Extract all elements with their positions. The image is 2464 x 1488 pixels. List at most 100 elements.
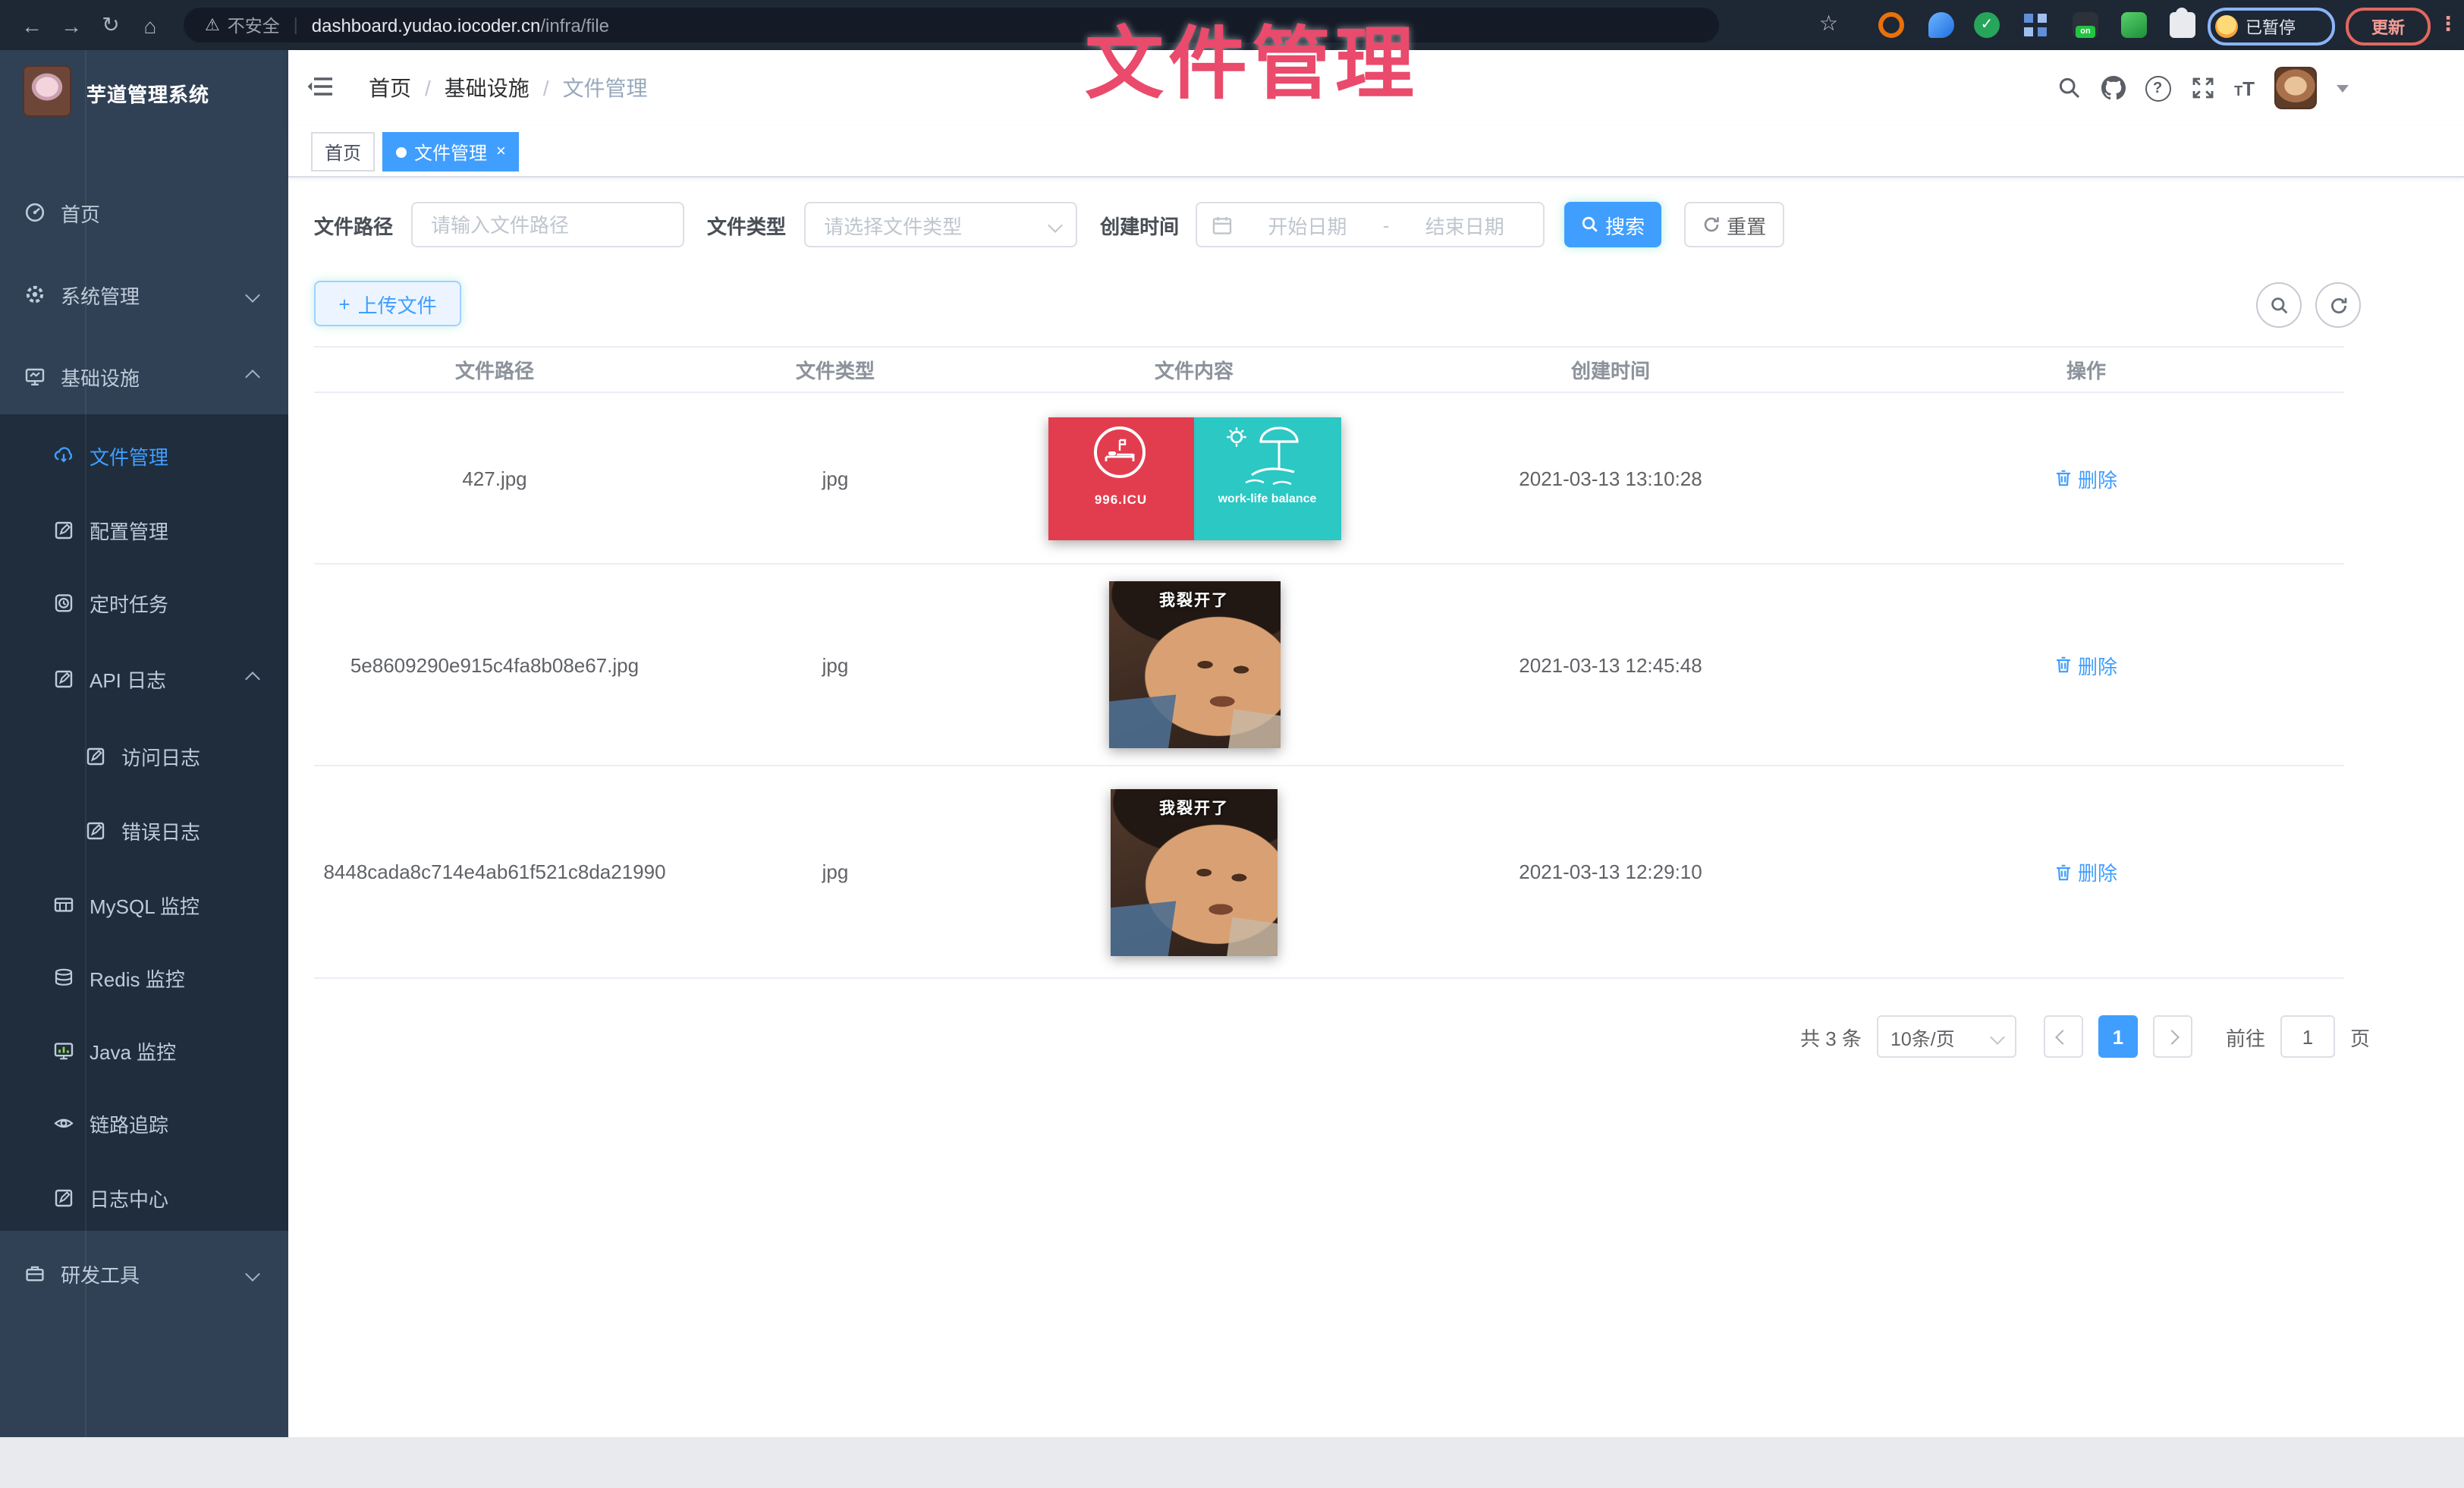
cloud-download-icon <box>53 445 74 466</box>
reset-button[interactable]: 重置 <box>1684 202 1784 247</box>
document-log-icon <box>85 820 106 841</box>
file-type-select[interactable]: 请选择文件类型 <box>804 202 1077 247</box>
baby-meme-caption: 我裂开了 <box>1111 796 1278 819</box>
delete-button[interactable]: 删除 <box>2055 857 2117 886</box>
sidebar-item-redis-monitor[interactable]: Redis 监控 <box>0 944 288 1011</box>
sidebar-item-infrastructure[interactable]: 基础设施 <box>0 343 288 410</box>
sidebar-item-log-center[interactable]: 日志中心 <box>0 1164 288 1231</box>
trash-icon <box>2055 863 2073 881</box>
next-page-button[interactable] <box>2153 1015 2192 1058</box>
sidebar-item-java-monitor[interactable]: Java 监控 <box>0 1017 288 1084</box>
help-icon[interactable]: ? <box>2145 75 2170 101</box>
toggle-search-button[interactable] <box>2256 282 2302 328</box>
current-page-button[interactable]: 1 <box>2098 1015 2138 1058</box>
monitor-icon <box>24 366 46 387</box>
user-menu-caret-icon[interactable] <box>2337 84 2349 92</box>
extension-green-check-icon[interactable]: ✓ <box>1974 12 2000 38</box>
breadcrumb-current: 文件管理 <box>563 73 648 103</box>
trash-icon <box>2055 656 2073 674</box>
tag-home[interactable]: 首页 <box>311 132 375 171</box>
goto-page-input[interactable] <box>2280 1015 2335 1058</box>
monitor-chart-icon <box>53 1040 74 1061</box>
file-path-input[interactable] <box>411 202 684 247</box>
file-path-label: 文件路径 <box>314 210 393 239</box>
sidebar-item-dev-tools[interactable]: 研发工具 <box>0 1240 288 1307</box>
browser-update-button[interactable]: 更新 <box>2346 8 2431 46</box>
briefcase-icon <box>24 1263 46 1284</box>
cell-file-type: jpg <box>675 653 995 676</box>
app-title: 芋道管理系统 <box>86 79 209 108</box>
search-button[interactable]: 搜索 <box>1564 202 1661 247</box>
pagination: 共 3 条 10条/页 1 前往 页 <box>1800 1015 2370 1058</box>
extension-green-icon[interactable] <box>2121 12 2147 38</box>
sidebar-item-scheduled-tasks[interactable]: 定时任务 <box>0 569 288 636</box>
profile-paused-pill[interactable]: 已暂停 <box>2208 8 2335 46</box>
edit-square-icon <box>53 1187 74 1208</box>
security-label[interactable]: 不安全 <box>228 13 280 37</box>
font-size-icon[interactable]: TT <box>2234 78 2255 98</box>
file-image-baby-meme[interactable]: 我裂开了 <box>1108 581 1280 748</box>
refresh-button[interactable] <box>2315 282 2361 328</box>
file-image-996icu[interactable]: 996.ICU work-life balance <box>1048 417 1340 540</box>
beach-umbrella-icon <box>1221 423 1312 491</box>
breadcrumb-home[interactable]: 首页 <box>369 73 411 103</box>
extension-orange-icon[interactable] <box>1878 12 1904 38</box>
cell-file-path: 427.jpg <box>314 467 675 489</box>
file-image-baby-meme[interactable]: 我裂开了 <box>1111 788 1278 955</box>
sidebar-item-mysql-monitor[interactable]: MySQL 监控 <box>0 871 288 938</box>
prev-page-button[interactable] <box>2044 1015 2083 1058</box>
sidebar-item-file-management[interactable]: 文件管理 <box>0 422 288 489</box>
sidebar-item-system[interactable]: 系统管理 <box>0 261 288 328</box>
extension-grid-icon[interactable] <box>2022 12 2048 38</box>
search-form: 文件路径 文件类型 请选择文件类型 创建时间 开始日期 - 结束日期 搜索 重置 <box>314 200 1784 249</box>
delete-button[interactable]: 删除 <box>2055 650 2117 679</box>
delete-button[interactable]: 删除 <box>2055 464 2117 492</box>
file-path-input-field[interactable] <box>413 205 683 244</box>
sidebar-item-access-logs[interactable]: 访问日志 <box>0 722 288 789</box>
tag-close-icon[interactable]: × <box>496 143 506 160</box>
page-size-select[interactable]: 10条/页 <box>1877 1015 2016 1058</box>
user-avatar[interactable] <box>2274 67 2317 109</box>
select-caret-icon <box>1990 1029 2005 1044</box>
file-type-label: 文件类型 <box>707 210 786 239</box>
timer-icon <box>53 592 74 613</box>
gear-icon <box>24 284 46 305</box>
extensions-puzzle-icon[interactable] <box>2170 12 2195 38</box>
work-life-balance-panel: work-life balance <box>1194 417 1340 540</box>
browser-forward-icon[interactable]: → <box>52 13 91 37</box>
upload-file-button[interactable]: + 上传文件 <box>314 281 461 326</box>
sidebar-item-error-logs[interactable]: 错误日志 <box>0 797 288 864</box>
database-card-icon <box>53 894 74 915</box>
extension-on-badge: on <box>2076 26 2095 38</box>
browser-menu-kebab-icon[interactable]: ⋮ <box>2438 12 2458 36</box>
end-date-placeholder[interactable]: 结束日期 <box>1401 210 1528 239</box>
bookmark-star-icon[interactable]: ☆ <box>1819 12 1838 33</box>
address-bar[interactable]: ⚠ 不安全 | dashboard.yudao.iocoder.cn/infra… <box>184 8 1719 42</box>
github-icon[interactable] <box>2101 76 2125 100</box>
date-range-picker[interactable]: 开始日期 - 结束日期 <box>1196 202 1545 247</box>
start-date-placeholder[interactable]: 开始日期 <box>1244 210 1371 239</box>
browser-home-icon[interactable]: ⌂ <box>130 13 170 37</box>
sidebar-collapse-icon[interactable] <box>306 73 334 108</box>
eye-icon <box>53 1112 74 1134</box>
chevron-up-icon <box>245 671 260 686</box>
fullscreen-icon[interactable] <box>2190 76 2214 100</box>
goto-label: 前往 <box>2226 1022 2265 1051</box>
sidebar-logo[interactable]: 芋道管理系统 <box>0 59 288 123</box>
browser-reload-icon[interactable]: ↻ <box>91 12 130 38</box>
breadcrumb-infrastructure[interactable]: 基础设施 <box>445 73 530 103</box>
navbar-actions: ? TT <box>2057 50 2349 126</box>
baby-meme-caption: 我裂开了 <box>1108 589 1280 612</box>
sidebar-item-link-tracing[interactable]: 链路追踪 <box>0 1090 288 1156</box>
sidebar-item-config-management[interactable]: 配置管理 <box>0 496 288 563</box>
search-icon[interactable] <box>2057 76 2081 100</box>
browser-back-icon[interactable]: ← <box>12 13 52 37</box>
extension-blue-drop-icon[interactable] <box>1928 12 1954 38</box>
col-create-time: 创建时间 <box>1393 355 1828 384</box>
sidebar-item-api-logs[interactable]: API 日志 <box>0 645 288 712</box>
chevron-down-icon <box>245 287 260 302</box>
sidebar-item-home[interactable]: 首页 <box>0 179 288 246</box>
tag-file-management[interactable]: 文件管理 × <box>382 132 520 171</box>
cell-actions: 删除 <box>1828 650 2344 679</box>
select-caret-icon <box>1048 217 1063 232</box>
